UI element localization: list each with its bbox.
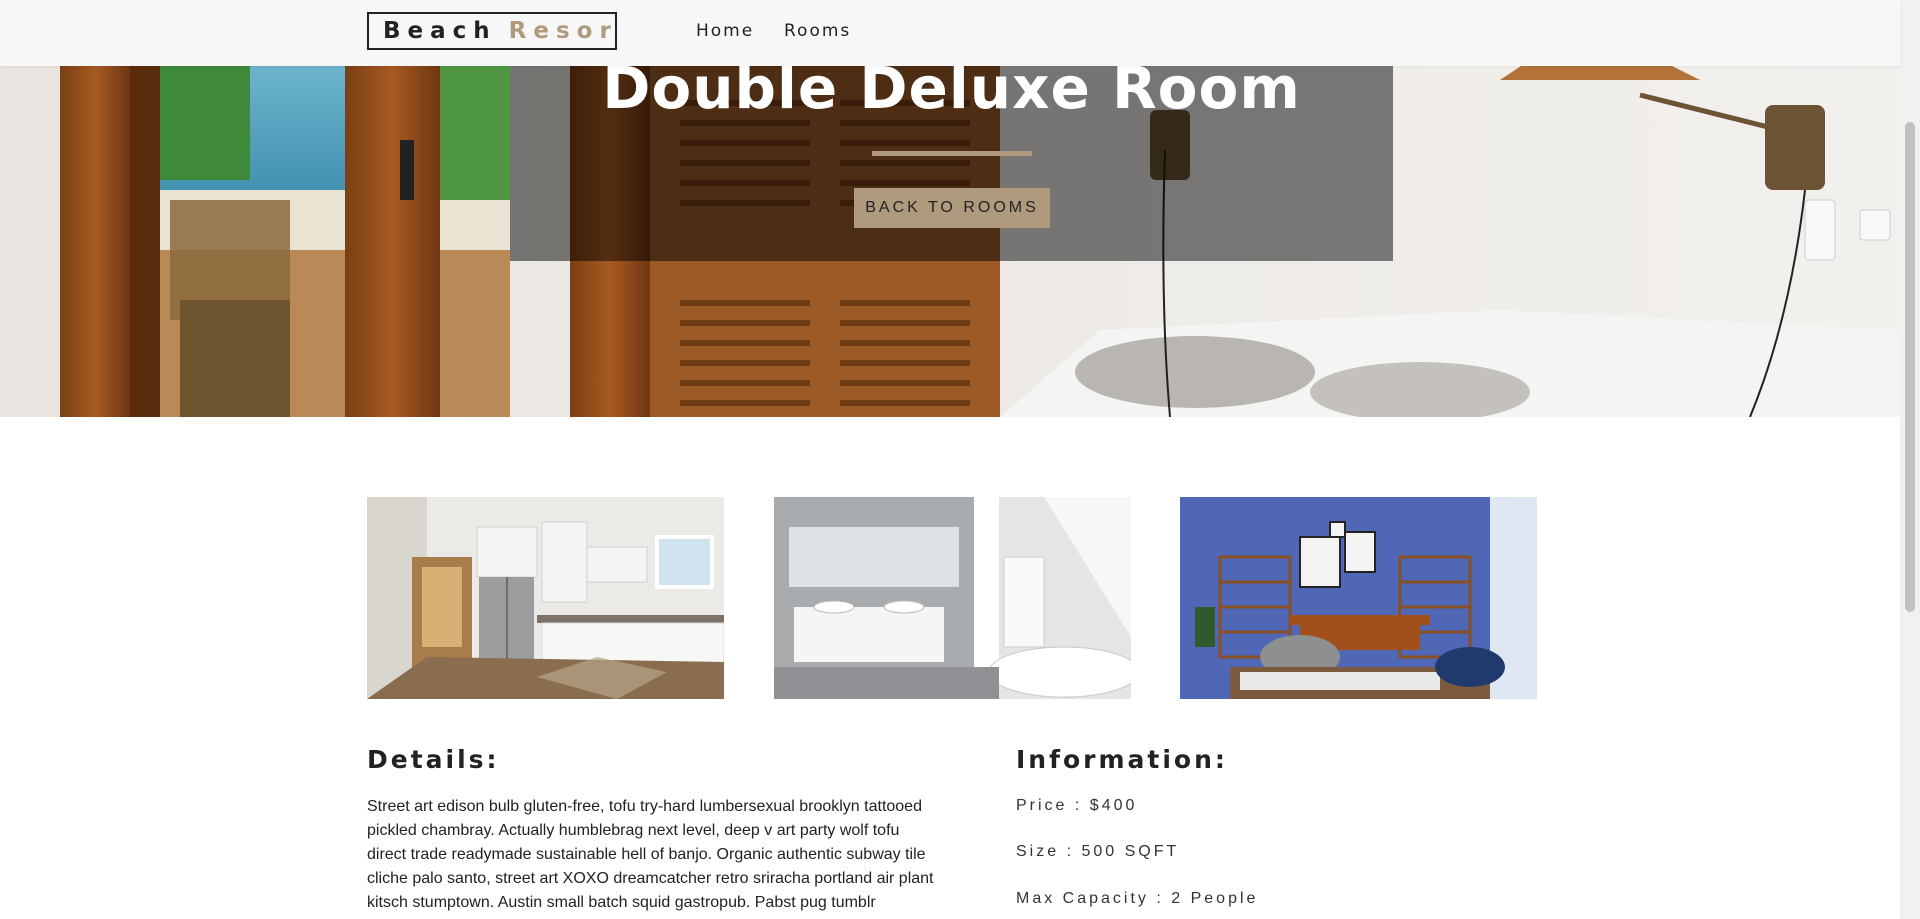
information-heading: Information: [1016,745,1228,774]
title-underline [872,151,1032,156]
details-heading: Details: [367,745,500,774]
logo-word-resort: Resort [508,18,617,44]
nav-link-rooms[interactable]: Rooms [784,21,851,41]
back-to-rooms-button[interactable]: BACK TO ROOMS [854,188,1050,228]
gallery-image-bathroom [774,497,1131,699]
logo-word-beach: Beach [383,18,497,44]
scrollbar-thumb[interactable] [1905,122,1915,612]
logo[interactable]: Beach Resort [367,12,617,50]
kitchen-photo [367,497,724,699]
details-description: Street art edison bulb gluten-free, tofu… [367,798,934,911]
info-price: Price : $400 [1016,797,1138,814]
page-scrollbar[interactable] [1900,0,1920,919]
nav-link-home[interactable]: Home [696,21,754,41]
hero-banner-overlay: Double Deluxe Room BACK TO ROOMS [510,40,1393,261]
bathroom-photo [774,497,1131,699]
gallery-image-kitchen [367,497,724,699]
navbar: Beach Resort Home Rooms [0,0,1900,66]
info-capacity: Max Capacity : 2 People [1016,890,1259,907]
gallery-image-living-room [1180,497,1537,699]
living-room-photo [1180,497,1537,699]
info-size: Size : 500 SQFT [1016,843,1180,860]
